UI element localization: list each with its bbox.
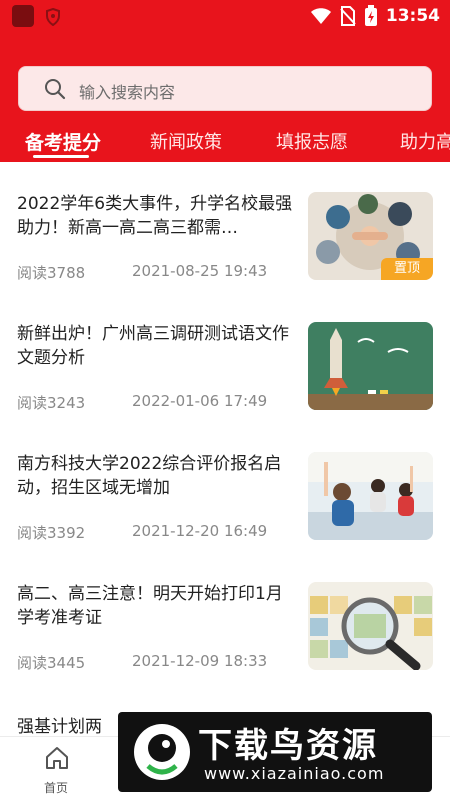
article-thumbnail: 置顶 [308,192,433,280]
article-item[interactable]: 2022学年6类大事件，升学名校最强助力！新高一高二高三都需… 阅读3788 2… [0,162,450,292]
search-placeholder: 输入搜索内容 [79,83,176,102]
active-tab-indicator [33,155,89,158]
article-thumbnail [308,582,433,670]
article-date: 2022-01-06 17:49 [132,392,268,410]
article-title-partial[interactable]: 强基计划两 [17,712,102,737]
bird-logo-icon [134,724,190,780]
pinned-badge: 置顶 [381,258,433,280]
article-reads: 阅读3243 [17,394,86,412]
article-date: 2021-12-20 16:49 [132,522,268,540]
article-reads: 阅读3392 [17,524,86,542]
category-tabs: 备考提分 新闻政策 填报志愿 助力高 [0,120,450,162]
status-time: 13:54 [385,6,440,26]
status-bar: 13:54 [0,0,450,32]
search-input[interactable]: 输入搜索内容 [18,66,432,111]
article-item[interactable]: 高二、高三注意！明天开始打印1月学考准考证 阅读3445 2021-12-09 … [0,552,450,682]
periodic-magnifier-icon [308,582,433,670]
watermark-title: 下载鸟资源 [198,726,378,766]
tab-application[interactable]: 填报志愿 [276,128,348,154]
article-reads: 阅读3445 [17,654,86,672]
article-reads: 阅读3788 [17,264,86,282]
app-notification-icon [12,5,34,27]
article-item[interactable]: 南方科技大学2022综合评价报名启动，招生区域无增加 阅读3392 2021-1… [0,422,450,552]
article-title: 南方科技大学2022综合评价报名启动，招生区域无增加 [17,454,282,498]
article-thumbnail [308,452,433,540]
tab-exam-prep[interactable]: 备考提分 [25,128,101,155]
search-icon [45,79,66,100]
article-title: 高二、高三注意！明天开始打印1月学考准考证 [17,584,283,628]
article-date: 2021-12-09 18:33 [132,652,268,670]
rocket-chalkboard-icon [308,322,433,410]
tab-news-policy[interactable]: 新闻政策 [150,128,222,154]
shield-icon [46,8,60,26]
article-thumbnail [308,322,433,410]
battery-icon [364,5,377,26]
home-icon[interactable] [44,745,70,771]
nav-home-label[interactable]: 首页 [44,779,68,796]
article-date: 2021-08-25 19:43 [132,262,268,280]
article-item[interactable]: 新鲜出炉！广州高三调研测试语文作文题分析 阅读3243 2022-01-06 1… [0,292,450,422]
no-sim-icon [340,6,356,26]
article-title: 2022学年6类大事件，升学名校最强助力！新高一高二高三都需… [17,194,293,238]
app-header: 13:54 输入搜索内容 备考提分 新闻政策 填报志愿 助力高 [0,0,450,162]
tab-support[interactable]: 助力高 [400,128,450,154]
wifi-icon [310,8,331,24]
classroom-students-icon [308,452,433,540]
watermark-banner: 下载鸟资源 www.xiazainiao.com [118,712,432,792]
article-title: 新鲜出炉！广州高三调研测试语文作文题分析 [17,324,289,368]
watermark-url: www.xiazainiao.com [204,764,385,783]
